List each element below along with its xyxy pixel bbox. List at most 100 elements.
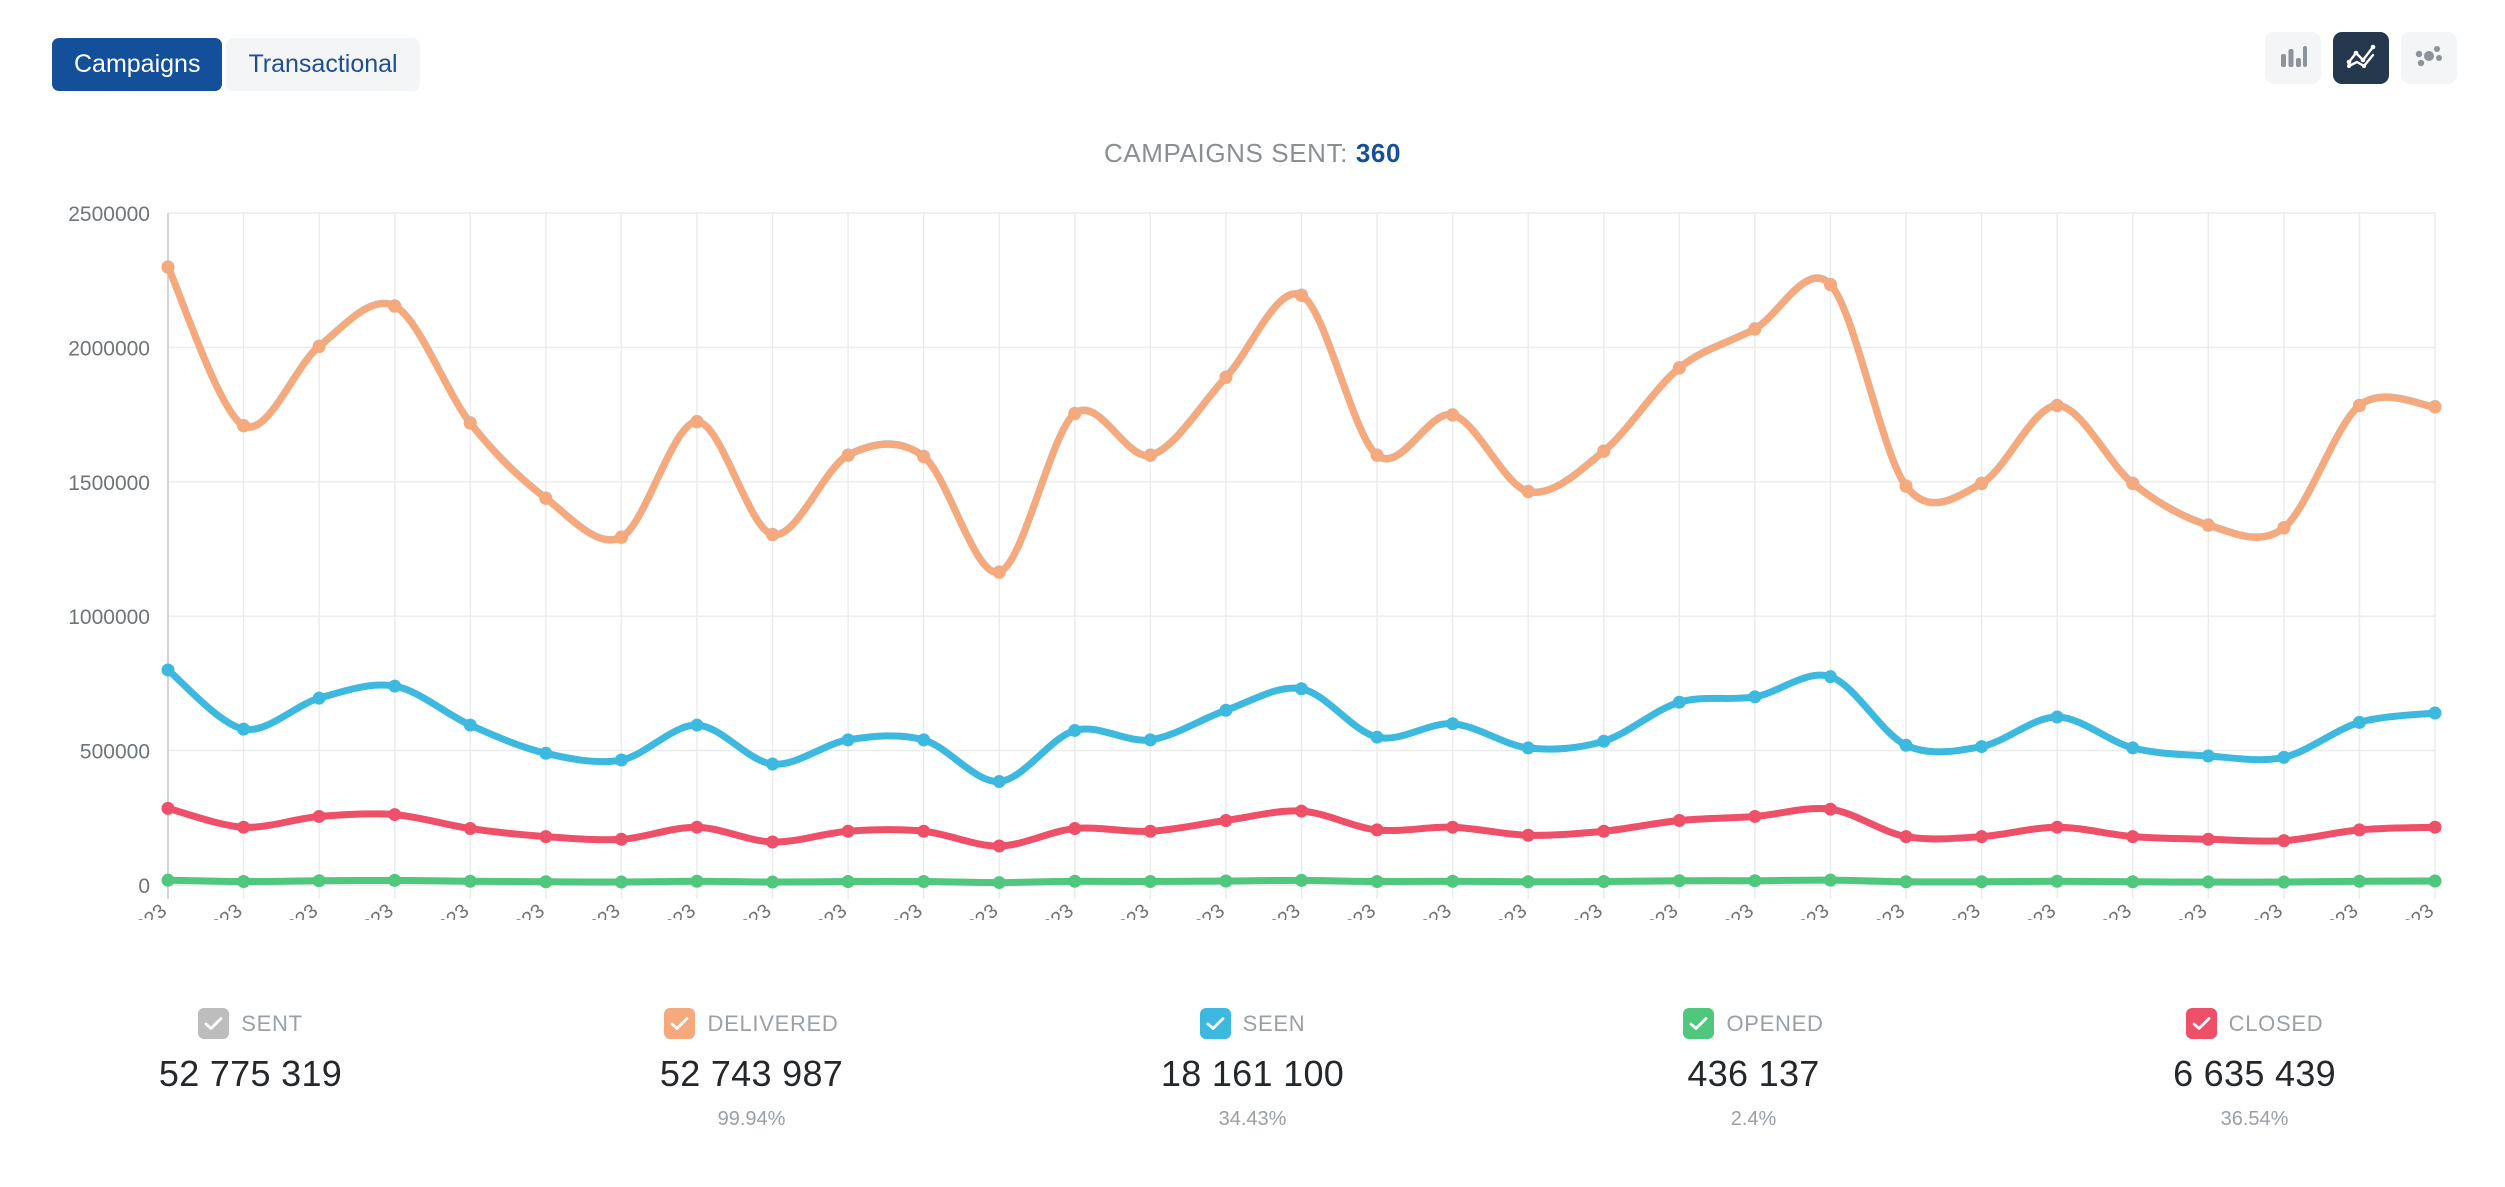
data-point-closed[interactable] [1370, 823, 1384, 837]
data-point-closed[interactable] [2126, 830, 2140, 844]
data-point-delivered[interactable] [1672, 361, 1686, 375]
data-point-delivered[interactable] [2277, 521, 2291, 535]
data-point-seen[interactable] [1370, 730, 1384, 744]
legend-item-closed[interactable]: CLOSED 6 635 439 36.54% [2004, 1008, 2505, 1132]
data-point-seen[interactable] [1597, 734, 1611, 748]
data-point-delivered[interactable] [690, 415, 704, 429]
data-point-seen[interactable] [2277, 750, 2291, 764]
data-point-opened[interactable] [690, 874, 704, 888]
data-point-seen[interactable] [1143, 733, 1157, 747]
data-point-closed[interactable] [992, 839, 1006, 853]
data-point-opened[interactable] [2277, 875, 2291, 889]
data-point-seen[interactable] [841, 733, 855, 747]
data-point-closed[interactable] [1975, 830, 1989, 844]
data-point-seen[interactable] [614, 753, 628, 767]
data-point-seen[interactable] [992, 775, 1006, 789]
data-point-delivered[interactable] [766, 528, 780, 542]
tab-campaigns[interactable]: Campaigns [52, 38, 223, 91]
data-point-delivered[interactable] [1143, 448, 1157, 462]
data-point-seen[interactable] [1521, 741, 1535, 755]
data-point-opened[interactable] [1295, 873, 1308, 887]
data-point-opened[interactable] [992, 876, 1006, 890]
check-icon[interactable] [2185, 1008, 2217, 1039]
data-point-opened[interactable] [1068, 874, 1082, 888]
data-point-closed[interactable] [312, 809, 326, 823]
data-point-delivered[interactable] [463, 416, 477, 430]
data-point-seen[interactable] [1899, 738, 1913, 752]
data-point-closed[interactable] [2201, 832, 2215, 846]
data-point-delivered[interactable] [1068, 407, 1082, 421]
data-point-delivered[interactable] [2428, 400, 2442, 414]
data-point-closed[interactable] [1219, 813, 1233, 827]
data-point-delivered[interactable] [1597, 444, 1611, 458]
legend-item-seen[interactable]: SEEN 18 161 100 34.43% [1002, 1008, 1503, 1132]
data-point-delivered[interactable] [2126, 477, 2140, 491]
data-point-closed[interactable] [1899, 830, 1913, 844]
bar-chart-view-button[interactable] [2265, 32, 2321, 84]
data-point-opened[interactable] [614, 875, 628, 889]
data-point-delivered[interactable] [1748, 322, 1762, 336]
data-point-seen[interactable] [1219, 703, 1233, 717]
data-point-opened[interactable] [1899, 875, 1913, 889]
data-point-opened[interactable] [2428, 874, 2442, 888]
data-point-opened[interactable] [237, 875, 251, 889]
data-point-seen[interactable] [237, 722, 251, 736]
data-point-seen[interactable] [1748, 690, 1762, 704]
bubble-chart-view-button[interactable] [2401, 32, 2457, 84]
data-point-closed[interactable] [1748, 809, 1762, 823]
data-point-closed[interactable] [539, 830, 553, 844]
data-point-closed[interactable] [1068, 822, 1082, 836]
data-point-opened[interactable] [1748, 874, 1762, 888]
data-point-closed[interactable] [388, 808, 402, 822]
data-point-delivered[interactable] [2352, 399, 2366, 413]
data-point-opened[interactable] [1975, 875, 1989, 889]
data-point-delivered[interactable] [1975, 477, 1989, 491]
data-point-opened[interactable] [161, 873, 175, 887]
data-point-seen[interactable] [539, 746, 553, 760]
data-point-closed[interactable] [1672, 813, 1686, 827]
data-point-closed[interactable] [1521, 828, 1535, 842]
chart-canvas[interactable]: 0 500000 1000000 1500000 2000000 2500000 06.11… [0, 190, 2505, 920]
data-point-seen[interactable] [2428, 706, 2442, 720]
data-point-seen[interactable] [1975, 740, 1989, 754]
legend-item-opened[interactable]: OPENED 436 137 2.4% [1503, 1008, 2004, 1132]
data-point-closed[interactable] [2050, 820, 2064, 834]
data-point-delivered[interactable] [312, 340, 326, 354]
data-point-seen[interactable] [917, 733, 931, 747]
data-point-opened[interactable] [841, 875, 855, 889]
legend-item-delivered[interactable]: DELIVERED 52 743 987 99.94% [501, 1008, 1002, 1132]
check-icon[interactable] [664, 1008, 696, 1039]
data-point-opened[interactable] [1521, 875, 1535, 889]
data-point-closed[interactable] [161, 801, 175, 815]
data-point-seen[interactable] [1068, 723, 1082, 737]
data-point-delivered[interactable] [917, 450, 931, 464]
data-point-closed[interactable] [2352, 823, 2366, 837]
data-point-seen[interactable] [388, 679, 402, 693]
data-point-closed[interactable] [614, 832, 628, 846]
data-point-seen[interactable] [2050, 710, 2064, 724]
data-point-opened[interactable] [1672, 874, 1686, 888]
data-point-delivered[interactable] [161, 260, 175, 274]
data-point-opened[interactable] [2352, 874, 2366, 888]
data-point-seen[interactable] [1446, 717, 1460, 731]
data-point-delivered[interactable] [992, 565, 1006, 579]
data-point-seen[interactable] [161, 663, 175, 677]
check-icon[interactable] [1199, 1008, 1231, 1039]
data-point-opened[interactable] [2201, 875, 2215, 889]
data-point-closed[interactable] [917, 824, 931, 838]
data-point-opened[interactable] [312, 874, 326, 888]
data-point-seen[interactable] [312, 691, 326, 705]
data-point-closed[interactable] [766, 835, 780, 849]
data-point-seen[interactable] [1823, 670, 1837, 684]
data-point-closed[interactable] [841, 824, 855, 838]
data-point-delivered[interactable] [1370, 448, 1384, 462]
data-point-delivered[interactable] [614, 530, 628, 544]
data-point-delivered[interactable] [2201, 518, 2215, 532]
data-point-delivered[interactable] [1446, 408, 1460, 422]
line-chart-view-button[interactable] [2333, 32, 2389, 84]
data-point-opened[interactable] [2126, 875, 2140, 889]
data-point-opened[interactable] [463, 874, 477, 888]
data-point-delivered[interactable] [1295, 289, 1308, 303]
data-point-seen[interactable] [766, 757, 780, 771]
data-point-seen[interactable] [1295, 682, 1308, 696]
